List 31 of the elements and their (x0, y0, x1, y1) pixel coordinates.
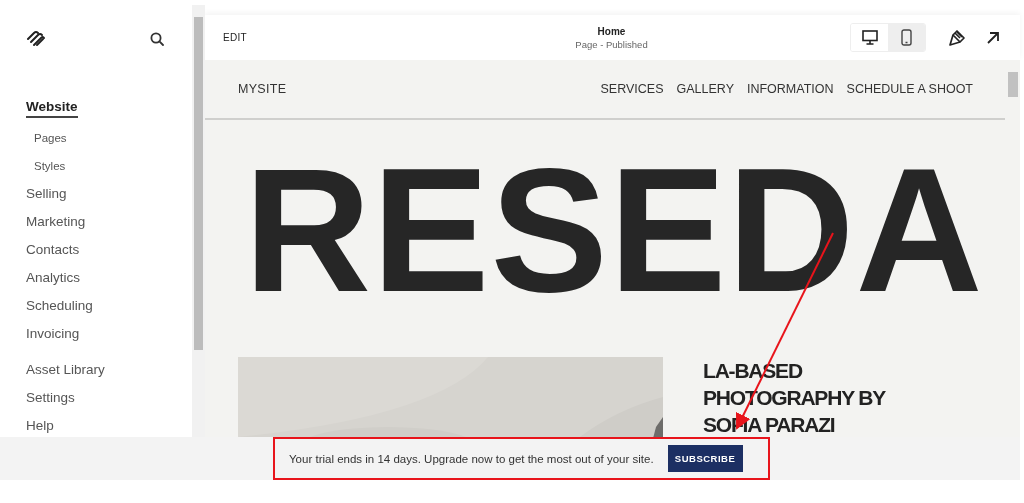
sidebar-item[interactable]: Settings (26, 384, 75, 412)
page-status: Page - Published (575, 38, 648, 50)
site-nav-link[interactable]: SERVICES (600, 82, 664, 96)
sidebar-item[interactable]: Contacts (26, 236, 80, 264)
arrow-icon[interactable] (986, 30, 1000, 45)
sidebar-item[interactable]: Marketing (26, 208, 86, 236)
sidebar-item[interactable]: Invoicing (26, 320, 80, 348)
sidebar-item[interactable]: Analytics (26, 264, 81, 292)
site-nav-link[interactable]: GALLERY (676, 82, 734, 96)
mobile-button[interactable] (888, 24, 925, 51)
hero-title: RESEDA (244, 160, 985, 300)
trial-message: Your trial ends in 14 days. Upgrade now to get the most out of your site. (289, 452, 654, 465)
site-nav-link[interactable]: INFORMATION (747, 82, 834, 96)
edit-button[interactable]: EDIT (223, 32, 247, 43)
sidebar-item[interactable]: Website (26, 96, 78, 118)
sidebar-subitem[interactable]: Styles (34, 152, 66, 180)
logo-icon[interactable] (26, 30, 46, 48)
search-icon[interactable] (150, 32, 164, 46)
monitor-icon (861, 30, 878, 45)
subscribe-button[interactable]: SUBSCRIBE (667, 445, 743, 472)
paintbrush-icon[interactable] (948, 28, 966, 47)
sidebar-item[interactable]: Asset Library (26, 356, 105, 384)
sidebar-item[interactable]: Selling (26, 180, 67, 208)
phone-icon (901, 29, 912, 46)
sidebar-item[interactable]: Scheduling (26, 292, 93, 320)
page-title: Home (597, 25, 626, 37)
site-logo[interactable]: MYSITE (238, 82, 287, 96)
sidebar-item[interactable]: Help (26, 412, 54, 437)
sidebar-subitem[interactable]: Pages (34, 124, 67, 152)
site-nav-link[interactable]: SCHEDULE A SHOOT (846, 82, 973, 96)
scrollbar[interactable] (192, 5, 205, 437)
